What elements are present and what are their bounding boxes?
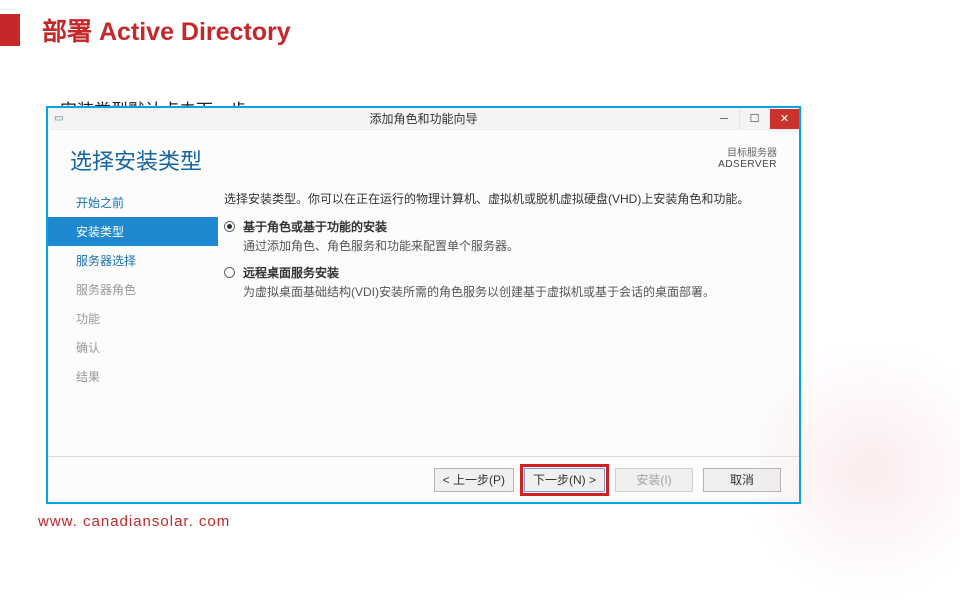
option-body: 远程桌面服务安装 为虚拟桌面基础结构(VDI)安装所需的角色服务以创建基于虚拟机… bbox=[243, 264, 715, 300]
wizard-main: 开始之前 安装类型 服务器选择 服务器角色 功能 确认 结果 选择安装类型。你可… bbox=[48, 184, 799, 456]
sidebar-item-server-select[interactable]: 服务器选择 bbox=[48, 246, 218, 275]
option-rds[interactable]: 远程桌面服务安装 为虚拟桌面基础结构(VDI)安装所需的角色服务以创建基于虚拟机… bbox=[224, 264, 775, 300]
option-role-based[interactable]: 基于角色或基于功能的安装 通过添加角色、角色服务和功能来配置单个服务器。 bbox=[224, 218, 775, 254]
option-body: 基于角色或基于功能的安装 通过添加角色、角色服务和功能来配置单个服务器。 bbox=[243, 218, 519, 254]
sidebar-item-result: 结果 bbox=[48, 362, 218, 391]
wizard-body: 选择安装类型 目标服务器 ADSERVER 开始之前 安装类型 服务器选择 服务… bbox=[48, 130, 799, 502]
prev-button[interactable]: < 上一步(P) bbox=[434, 468, 514, 492]
next-button[interactable]: 下一步(N) > bbox=[524, 468, 605, 492]
accent-block bbox=[0, 14, 20, 46]
wizard-sidebar: 开始之前 安装类型 服务器选择 服务器角色 功能 确认 结果 bbox=[48, 184, 218, 456]
sidebar-item-confirm: 确认 bbox=[48, 333, 218, 362]
option-title: 基于角色或基于功能的安装 bbox=[243, 218, 519, 235]
window-controls: ─ ☐ ✕ bbox=[709, 109, 799, 129]
option-title: 远程桌面服务安装 bbox=[243, 264, 715, 281]
sidebar-item-features: 功能 bbox=[48, 304, 218, 333]
sidebar-item-before[interactable]: 开始之前 bbox=[48, 188, 218, 217]
target-info: 目标服务器 ADSERVER bbox=[718, 144, 777, 176]
window-title: 添加角色和功能向导 bbox=[369, 110, 477, 127]
minimize-button[interactable]: ─ bbox=[709, 109, 739, 129]
app-icon: ▭ bbox=[54, 113, 66, 125]
sidebar-item-server-roles: 服务器角色 bbox=[48, 275, 218, 304]
target-label: 目标服务器 bbox=[718, 144, 777, 159]
radio-icon[interactable] bbox=[224, 221, 235, 232]
maximize-button[interactable]: ☐ bbox=[739, 109, 769, 129]
sidebar-item-install-type[interactable]: 安装类型 bbox=[48, 217, 218, 246]
wizard-header: 选择安装类型 目标服务器 ADSERVER bbox=[48, 130, 799, 184]
install-button: 安装(I) bbox=[615, 468, 693, 492]
option-desc: 通过添加角色、角色服务和功能来配置单个服务器。 bbox=[243, 237, 519, 254]
wizard-window: ▭ 添加角色和功能向导 ─ ☐ ✕ 选择安装类型 目标服务器 ADSERVER … bbox=[46, 106, 801, 504]
close-button[interactable]: ✕ bbox=[769, 109, 799, 129]
wizard-content: 选择安装类型。你可以在正在运行的物理计算机、虚拟机或脱机虚拟硬盘(VHD)上安装… bbox=[218, 184, 799, 456]
radio-icon[interactable] bbox=[224, 267, 235, 278]
footer-url: www. canadiansolar. com bbox=[38, 513, 230, 530]
wizard-footer: < 上一步(P) 下一步(N) > 安装(I) 取消 bbox=[48, 456, 799, 502]
titlebar: ▭ 添加角色和功能向导 ─ ☐ ✕ bbox=[48, 108, 799, 130]
cancel-button[interactable]: 取消 bbox=[703, 468, 781, 492]
slide-header: 部署 Active Directory bbox=[0, 0, 960, 56]
option-desc: 为虚拟桌面基础结构(VDI)安装所需的角色服务以创建基于虚拟机或基于会话的桌面部… bbox=[243, 283, 715, 300]
wizard-heading: 选择安装类型 bbox=[70, 144, 202, 176]
slide-title: 部署 Active Directory bbox=[42, 12, 291, 48]
target-server: ADSERVER bbox=[718, 159, 777, 170]
content-intro: 选择安装类型。你可以在正在运行的物理计算机、虚拟机或脱机虚拟硬盘(VHD)上安装… bbox=[224, 190, 775, 208]
